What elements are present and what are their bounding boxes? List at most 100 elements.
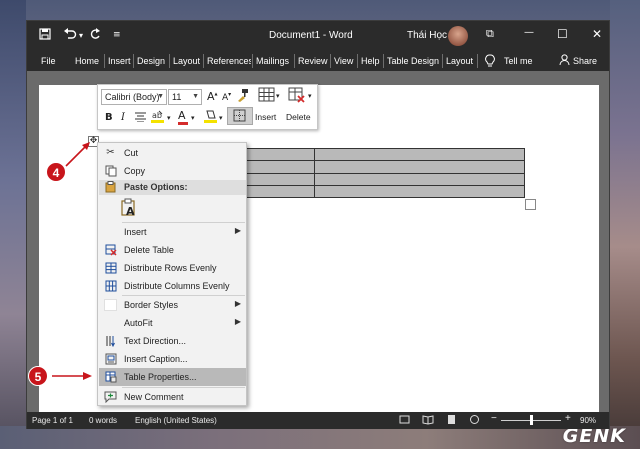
language-indicator[interactable]: English (United States) — [135, 416, 217, 425]
user-name[interactable]: Thái Học — [407, 30, 447, 41]
menu-item-border-styles[interactable]: Border Styles ▶ — [99, 296, 246, 314]
share-button[interactable]: Share — [573, 56, 597, 66]
tab-review[interactable]: Review — [298, 56, 328, 66]
customize-icon[interactable]: ≡ — [113, 30, 121, 40]
minimize-icon[interactable]: — — [524, 27, 534, 38]
undo-icon[interactable] — [63, 28, 77, 44]
table-cell[interactable] — [314, 147, 525, 162]
page-count[interactable]: Page 1 of 1 — [32, 416, 73, 425]
zoom-in-button[interactable]: + — [565, 413, 571, 424]
menu-item-label: AutoFit — [124, 318, 153, 328]
ribbon-tabs: File Home Insert Design Layout Reference… — [27, 51, 609, 71]
step-5-badge: 5 — [28, 366, 48, 386]
tab-home[interactable]: Home — [75, 56, 99, 66]
table-resize-handle[interactable] — [525, 199, 536, 210]
bold-button[interactable]: B — [105, 112, 113, 123]
maximize-icon[interactable]: ☐ — [557, 27, 568, 41]
save-icon[interactable] — [39, 28, 51, 44]
font-size-select[interactable]: 11 ▼ — [168, 89, 202, 105]
shading-icon[interactable] — [204, 109, 218, 127]
menu-divider — [133, 54, 134, 68]
paste-options-header: Paste Options: — [99, 180, 246, 195]
chevron-down-icon[interactable]: ▾ — [219, 114, 223, 122]
menu-item-copy[interactable]: Copy — [99, 162, 246, 180]
chevron-down-icon[interactable]: ▾ — [308, 92, 312, 100]
word-count[interactable]: 0 words — [89, 416, 117, 425]
table-properties-icon — [104, 371, 117, 383]
submenu-arrow-icon: ▶ — [234, 317, 241, 326]
tab-view[interactable]: View — [334, 56, 353, 66]
italic-button[interactable]: I — [121, 112, 125, 123]
menu-item-delete-table[interactable]: Delete Table — [99, 241, 246, 259]
menu-divider — [104, 54, 105, 68]
table-row[interactable] — [214, 184, 525, 199]
tab-references[interactable]: References — [207, 56, 251, 66]
tab-layout[interactable]: Layout — [173, 56, 200, 66]
format-painter-icon[interactable] — [237, 89, 249, 105]
menu-item-text-direction[interactable]: Text Direction... — [99, 332, 246, 350]
menu-item-cut[interactable]: ✂ Cut — [99, 144, 246, 162]
table-cell[interactable] — [314, 184, 525, 199]
borders-button[interactable] — [227, 107, 253, 125]
paste-keep-text-only-button[interactable]: A — [118, 197, 140, 219]
table-cell[interactable] — [314, 160, 525, 174]
tab-help[interactable]: Help — [361, 56, 380, 66]
chevron-down-icon[interactable]: ▾ — [167, 114, 171, 122]
tab-mailings[interactable]: Mailings — [256, 56, 289, 66]
menu-item-label: Distribute Columns Evenly — [124, 281, 230, 291]
menu-item-new-comment[interactable]: New Comment — [99, 388, 246, 406]
document-title: Document1 - Word — [269, 30, 353, 41]
tab-insert[interactable]: Insert — [108, 56, 131, 66]
menu-divider — [477, 54, 478, 68]
redo-icon[interactable] — [89, 28, 101, 44]
chevron-down-icon[interactable]: ▾ — [191, 114, 195, 122]
shrink-font-button[interactable]: A▾ — [222, 91, 231, 103]
menu-divider — [294, 54, 295, 68]
menu-divider — [252, 54, 253, 68]
step-4-arrow-icon — [65, 142, 90, 167]
document-table[interactable] — [214, 147, 525, 199]
highlight-icon[interactable]: ab — [151, 109, 165, 127]
close-icon[interactable]: ✕ — [592, 27, 602, 41]
menu-item-distribute-rows[interactable]: Distribute Rows Evenly — [99, 259, 246, 277]
table-row[interactable] — [214, 172, 525, 186]
delete-label[interactable]: Delete — [286, 112, 311, 122]
read-mode-icon[interactable] — [422, 414, 434, 427]
chevron-down-icon[interactable]: ▾ — [276, 92, 280, 100]
menu-item-table-properties[interactable]: Table Properties... — [99, 368, 246, 386]
border-styles-icon — [104, 299, 117, 311]
tab-design[interactable]: Design — [137, 56, 165, 66]
zoom-slider-thumb[interactable] — [530, 415, 533, 425]
table-row[interactable] — [214, 160, 525, 174]
delete-table-icon[interactable] — [288, 87, 306, 106]
table-row[interactable] — [214, 147, 525, 162]
avatar[interactable] — [448, 26, 468, 46]
table-cell[interactable] — [314, 172, 525, 186]
print-layout-icon[interactable] — [446, 414, 457, 427]
menu-item-autofit[interactable]: AutoFit ▶ — [99, 314, 246, 332]
tab-file[interactable]: File — [41, 56, 56, 66]
zoom-level[interactable]: 90% — [580, 416, 596, 425]
insert-table-icon[interactable] — [258, 87, 276, 106]
share-icon[interactable] — [559, 54, 570, 68]
tell-me-search[interactable]: Tell me — [504, 56, 533, 66]
menu-item-insert-caption[interactable]: Insert Caption... — [99, 350, 246, 368]
web-layout-icon[interactable] — [469, 414, 480, 427]
zoom-out-button[interactable]: − — [491, 413, 497, 424]
menu-item-insert[interactable]: Insert ▶ — [99, 223, 246, 241]
align-center-icon[interactable] — [135, 112, 146, 125]
lightbulb-icon[interactable] — [485, 54, 495, 70]
grow-font-button[interactable]: A▴ — [207, 90, 218, 103]
insert-label[interactable]: Insert — [255, 112, 276, 122]
font-color-button[interactable]: A — [178, 109, 188, 125]
tab-table-layout[interactable]: Layout — [446, 56, 473, 66]
tab-table-design[interactable]: Table Design — [387, 56, 439, 66]
font-name-select[interactable]: Calibri (Body) ▼ — [101, 89, 167, 105]
focus-mode-icon[interactable] — [399, 414, 410, 427]
ribbon-display-icon[interactable]: ⧉ — [486, 27, 494, 41]
menu-divider — [357, 54, 358, 68]
undo-dropdown-icon[interactable]: ▾ — [79, 31, 83, 40]
font-color-icon: A — [178, 109, 186, 122]
status-bar: Page 1 of 1 0 words English (United Stat… — [27, 412, 609, 429]
menu-item-distribute-columns[interactable]: Distribute Columns Evenly — [99, 277, 246, 295]
